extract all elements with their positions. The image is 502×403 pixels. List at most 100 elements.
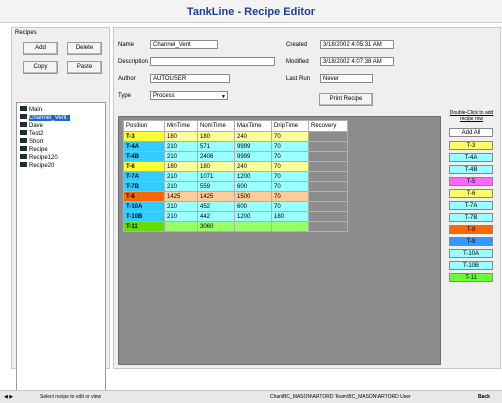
column-header[interactable]: MinTime	[164, 120, 198, 132]
tank-button[interactable]: T-7B	[449, 213, 493, 222]
table-row[interactable]: T-10A 210 452 600 70	[123, 201, 348, 212]
table-cell[interactable]: 210	[164, 151, 198, 162]
table-row[interactable]: T-8 1425 1425 1500 70	[123, 191, 348, 202]
table-cell[interactable]: 1425	[197, 191, 235, 202]
table-cell[interactable]: 1500	[234, 191, 272, 202]
type-select[interactable]: Process ▼	[150, 91, 228, 100]
position-cell[interactable]: T-11	[123, 221, 165, 232]
column-header[interactable]: Position	[123, 120, 165, 132]
recipe-tree[interactable]: Main Channel_Vent Dave Test2 Short Recipe Reci…	[16, 102, 106, 392]
table-cell[interactable]: 70	[271, 181, 309, 192]
table-cell[interactable]	[308, 161, 348, 172]
recipe-item[interactable]: Recipe20	[20, 162, 54, 169]
table-row[interactable]: T-7B 210 559 600 70	[123, 181, 348, 192]
table-cell[interactable]	[308, 211, 348, 222]
add-all-button[interactable]: Add All	[449, 128, 493, 137]
tank-button[interactable]: T-10A	[449, 249, 493, 258]
table-cell[interactable]: 1071	[197, 171, 235, 182]
table-cell[interactable]	[308, 171, 348, 182]
table-cell[interactable]	[308, 141, 348, 152]
table-cell[interactable]: 210	[164, 141, 198, 152]
tank-button[interactable]: T-4A	[449, 153, 493, 162]
recipe-item[interactable]: Short	[20, 138, 43, 145]
position-cell[interactable]: T-8	[123, 191, 165, 202]
recipe-item[interactable]: Recipe120	[20, 154, 58, 161]
author-field[interactable]: AUTOUSER	[150, 74, 230, 83]
table-cell[interactable]: 1200	[234, 211, 272, 222]
table-cell[interactable]: 210	[164, 171, 198, 182]
tank-button[interactable]: T-6	[449, 189, 493, 198]
table-cell[interactable]: 240	[234, 161, 272, 172]
position-cell[interactable]: T-6	[123, 161, 165, 172]
table-cell[interactable]: 180	[164, 161, 198, 172]
table-cell[interactable]	[308, 131, 348, 142]
recipe-item[interactable]: Recipe	[20, 146, 48, 153]
recipe-item[interactable]: Main	[20, 106, 42, 113]
position-cell[interactable]: T-10B	[123, 211, 165, 222]
table-cell[interactable]: 9999	[234, 141, 272, 152]
table-cell[interactable]: 70	[271, 151, 309, 162]
tank-button[interactable]: T-8	[449, 225, 493, 234]
table-cell[interactable]: 180	[197, 131, 235, 142]
tank-button[interactable]: T-3	[449, 141, 493, 150]
position-cell[interactable]: T-3	[123, 131, 165, 142]
table-cell[interactable]: 559	[197, 181, 235, 192]
position-cell[interactable]: T-7A	[123, 171, 165, 182]
copy-button[interactable]: Copy	[23, 61, 58, 74]
table-cell[interactable]	[308, 151, 348, 162]
print-recipe-button[interactable]: Print Recipe	[319, 93, 373, 106]
table-row[interactable]: T-4A 210 571 9999 70	[123, 141, 348, 152]
name-field[interactable]: Channel_Vent	[150, 40, 218, 49]
table-cell[interactable]: 571	[197, 141, 235, 152]
position-cell[interactable]: T-4A	[123, 141, 165, 152]
table-cell[interactable]: 70	[271, 131, 309, 142]
tank-button[interactable]: T-7A	[449, 201, 493, 210]
position-cell[interactable]: T-7B	[123, 181, 165, 192]
table-cell[interactable]: 70	[271, 171, 309, 182]
table-row[interactable]: T-4B 210 2406 9999 70	[123, 151, 348, 162]
recipe-item[interactable]: Dave	[20, 122, 43, 129]
table-cell[interactable]: 180	[271, 211, 309, 222]
delete-button[interactable]: Delete	[67, 42, 102, 55]
position-cell[interactable]: T-10A	[123, 201, 165, 212]
table-cell[interactable]: 180	[197, 161, 235, 172]
table-cell[interactable]: 210	[164, 181, 198, 192]
table-row[interactable]: T-11 3060	[123, 221, 348, 232]
column-header[interactable]: NomTime	[197, 120, 235, 132]
paste-button[interactable]: Paste	[67, 61, 102, 74]
table-row[interactable]: T-6 180 180 240 70	[123, 161, 348, 172]
table-cell[interactable]: 70	[271, 201, 309, 212]
table-cell[interactable]: 240	[234, 131, 272, 142]
tank-button[interactable]: T-5	[449, 177, 493, 186]
recipe-item[interactable]: Channel_Vent	[20, 114, 70, 121]
table-cell[interactable]: 180	[164, 131, 198, 142]
column-header[interactable]: DripTime	[271, 120, 309, 132]
table-cell[interactable]: 9999	[234, 151, 272, 162]
table-cell[interactable]: 600	[234, 181, 272, 192]
table-cell[interactable]	[271, 221, 309, 232]
table-cell[interactable]: 600	[234, 201, 272, 212]
table-cell[interactable]	[308, 191, 348, 202]
table-cell[interactable]	[308, 201, 348, 212]
tank-button[interactable]: T-10B	[449, 261, 493, 270]
table-cell[interactable]: 70	[271, 141, 309, 152]
table-cell[interactable]	[308, 221, 348, 232]
table-cell[interactable]: 210	[164, 211, 198, 222]
column-header[interactable]: Recovery	[308, 120, 348, 132]
add-button[interactable]: Add	[23, 42, 58, 55]
tank-button[interactable]: T-4B	[449, 165, 493, 174]
table-cell[interactable]	[308, 181, 348, 192]
table-cell[interactable]: 2406	[197, 151, 235, 162]
tank-button[interactable]: T-9	[449, 237, 493, 246]
table-cell[interactable]: 1200	[234, 171, 272, 182]
table-row[interactable]: T-3 180 180 240 70	[123, 131, 348, 142]
table-cell[interactable]: 210	[164, 201, 198, 212]
table-cell[interactable]	[164, 221, 198, 232]
table-row[interactable]: T-10B 210 442 1200 180	[123, 211, 348, 222]
table-cell[interactable]: 70	[271, 161, 309, 172]
recipe-item[interactable]: Test2	[20, 130, 43, 137]
table-cell[interactable]: 452	[197, 201, 235, 212]
tank-button[interactable]: T-11	[449, 273, 493, 282]
column-header[interactable]: MaxTime	[234, 120, 272, 132]
table-cell[interactable]	[234, 221, 272, 232]
